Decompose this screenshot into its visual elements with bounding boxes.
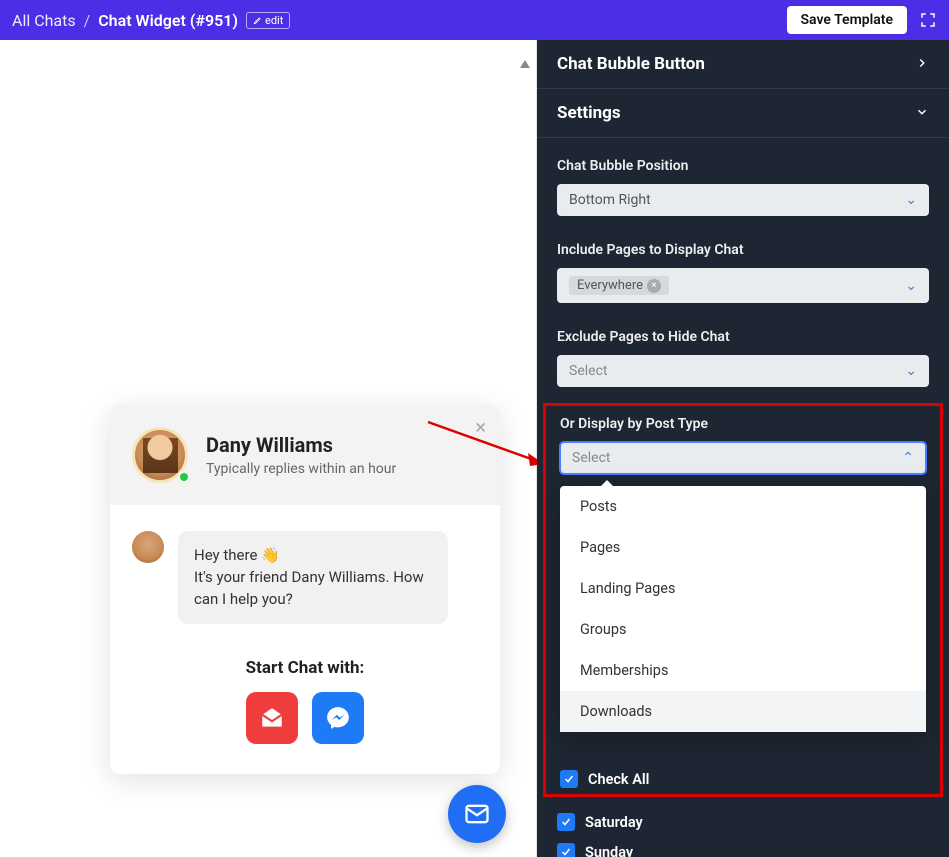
option-pages[interactable]: Pages: [560, 527, 926, 568]
field-label-post-type: Or Display by Post Type: [560, 416, 926, 432]
select-placeholder: Select: [569, 363, 607, 379]
chevron-right-icon: [915, 55, 929, 74]
option-posts[interactable]: Posts: [560, 486, 926, 527]
top-bar: All Chats / Chat Widget (#951) edit Save…: [0, 0, 949, 40]
chat-fab-button[interactable]: [448, 785, 506, 843]
field-label-exclude-pages: Exclude Pages to Hide Chat: [557, 329, 929, 345]
annotation-highlight: Or Display by Post Type Select ⌃ Posts P…: [543, 403, 943, 797]
preview-pane: × Dany Williams Typically replies within…: [0, 40, 537, 857]
edit-title-button[interactable]: edit: [246, 12, 290, 29]
close-icon[interactable]: ×: [475, 415, 486, 439]
settings-panel[interactable]: Chat Bubble Button Settings Chat Bubble …: [537, 40, 949, 857]
messenger-icon: [325, 705, 351, 731]
start-chat-label: Start Chat with:: [132, 658, 478, 678]
chevron-down-icon: ⌄: [905, 192, 917, 208]
chevron-down-icon: ⌄: [905, 278, 917, 294]
chevron-down-icon: [915, 104, 929, 123]
envelope-icon: [463, 800, 491, 828]
section-label: Settings: [557, 103, 621, 123]
breadcrumb-current: Chat Widget (#951): [98, 11, 238, 30]
breadcrumb-separator: /: [84, 11, 91, 30]
checkbox-check-all[interactable]: [560, 770, 578, 788]
start-email-button[interactable]: [246, 692, 298, 744]
check-sunday-row[interactable]: Sunday: [557, 837, 929, 857]
pencil-icon: [253, 15, 263, 25]
field-label-include-pages: Include Pages to Display Chat: [557, 242, 929, 258]
section-settings[interactable]: Settings: [537, 89, 949, 138]
select-include-pages[interactable]: Everywhere × ⌄: [557, 268, 929, 303]
section-label: Chat Bubble Button: [557, 54, 705, 74]
post-type-dropdown: Posts Pages Landing Pages Groups Members…: [560, 486, 926, 732]
select-value: Bottom Right: [569, 192, 651, 208]
checkbox-saturday[interactable]: [557, 813, 575, 831]
chevron-down-icon: ⌄: [905, 363, 917, 379]
select-chat-bubble-position[interactable]: Bottom Right ⌄: [557, 184, 929, 216]
tag-label: Everywhere: [577, 278, 643, 293]
check-saturday-row[interactable]: Saturday: [557, 807, 929, 837]
scroll-up-icon[interactable]: [520, 60, 530, 68]
breadcrumb-root[interactable]: All Chats: [12, 11, 76, 30]
check-all-row[interactable]: Check All: [560, 764, 926, 794]
check-label: Sunday: [585, 844, 633, 857]
chat-header: × Dany Williams Typically replies within…: [110, 405, 500, 505]
check-label: Saturday: [585, 814, 643, 831]
breadcrumb: All Chats / Chat Widget (#951) edit: [12, 11, 290, 30]
tag-everywhere[interactable]: Everywhere ×: [569, 276, 669, 295]
select-exclude-pages[interactable]: Select ⌄: [557, 355, 929, 387]
option-memberships[interactable]: Memberships: [560, 650, 926, 691]
message-bubble: Hey there 👋 It's your friend Dany Willia…: [178, 531, 448, 624]
fullscreen-icon[interactable]: [919, 11, 937, 29]
chevron-up-icon: ⌃: [902, 450, 914, 466]
option-groups[interactable]: Groups: [560, 609, 926, 650]
chat-widget-preview: × Dany Williams Typically replies within…: [110, 405, 500, 774]
select-placeholder: Select: [572, 450, 610, 466]
agent-subtitle: Typically replies within an hour: [206, 461, 478, 477]
check-label: Check All: [588, 771, 649, 788]
top-right: Save Template: [787, 6, 937, 34]
option-landing-pages[interactable]: Landing Pages: [560, 568, 926, 609]
save-template-button[interactable]: Save Template: [787, 6, 907, 34]
mail-open-icon: [259, 705, 285, 731]
field-label-position: Chat Bubble Position: [557, 158, 929, 174]
presence-indicator: [178, 471, 190, 483]
edit-label: edit: [265, 14, 283, 27]
tag-remove-icon[interactable]: ×: [647, 279, 661, 293]
section-chat-bubble-button[interactable]: Chat Bubble Button: [537, 40, 949, 89]
checkbox-sunday[interactable]: [557, 843, 575, 857]
select-post-type[interactable]: Select ⌃ Posts Pages Landing Pages Group…: [560, 442, 926, 474]
start-messenger-button[interactable]: [312, 692, 364, 744]
message-row: Hey there 👋 It's your friend Dany Willia…: [132, 531, 478, 624]
option-downloads[interactable]: Downloads: [560, 691, 926, 732]
agent-name: Dany Williams: [206, 433, 478, 457]
agent-avatar-small: [132, 531, 164, 563]
